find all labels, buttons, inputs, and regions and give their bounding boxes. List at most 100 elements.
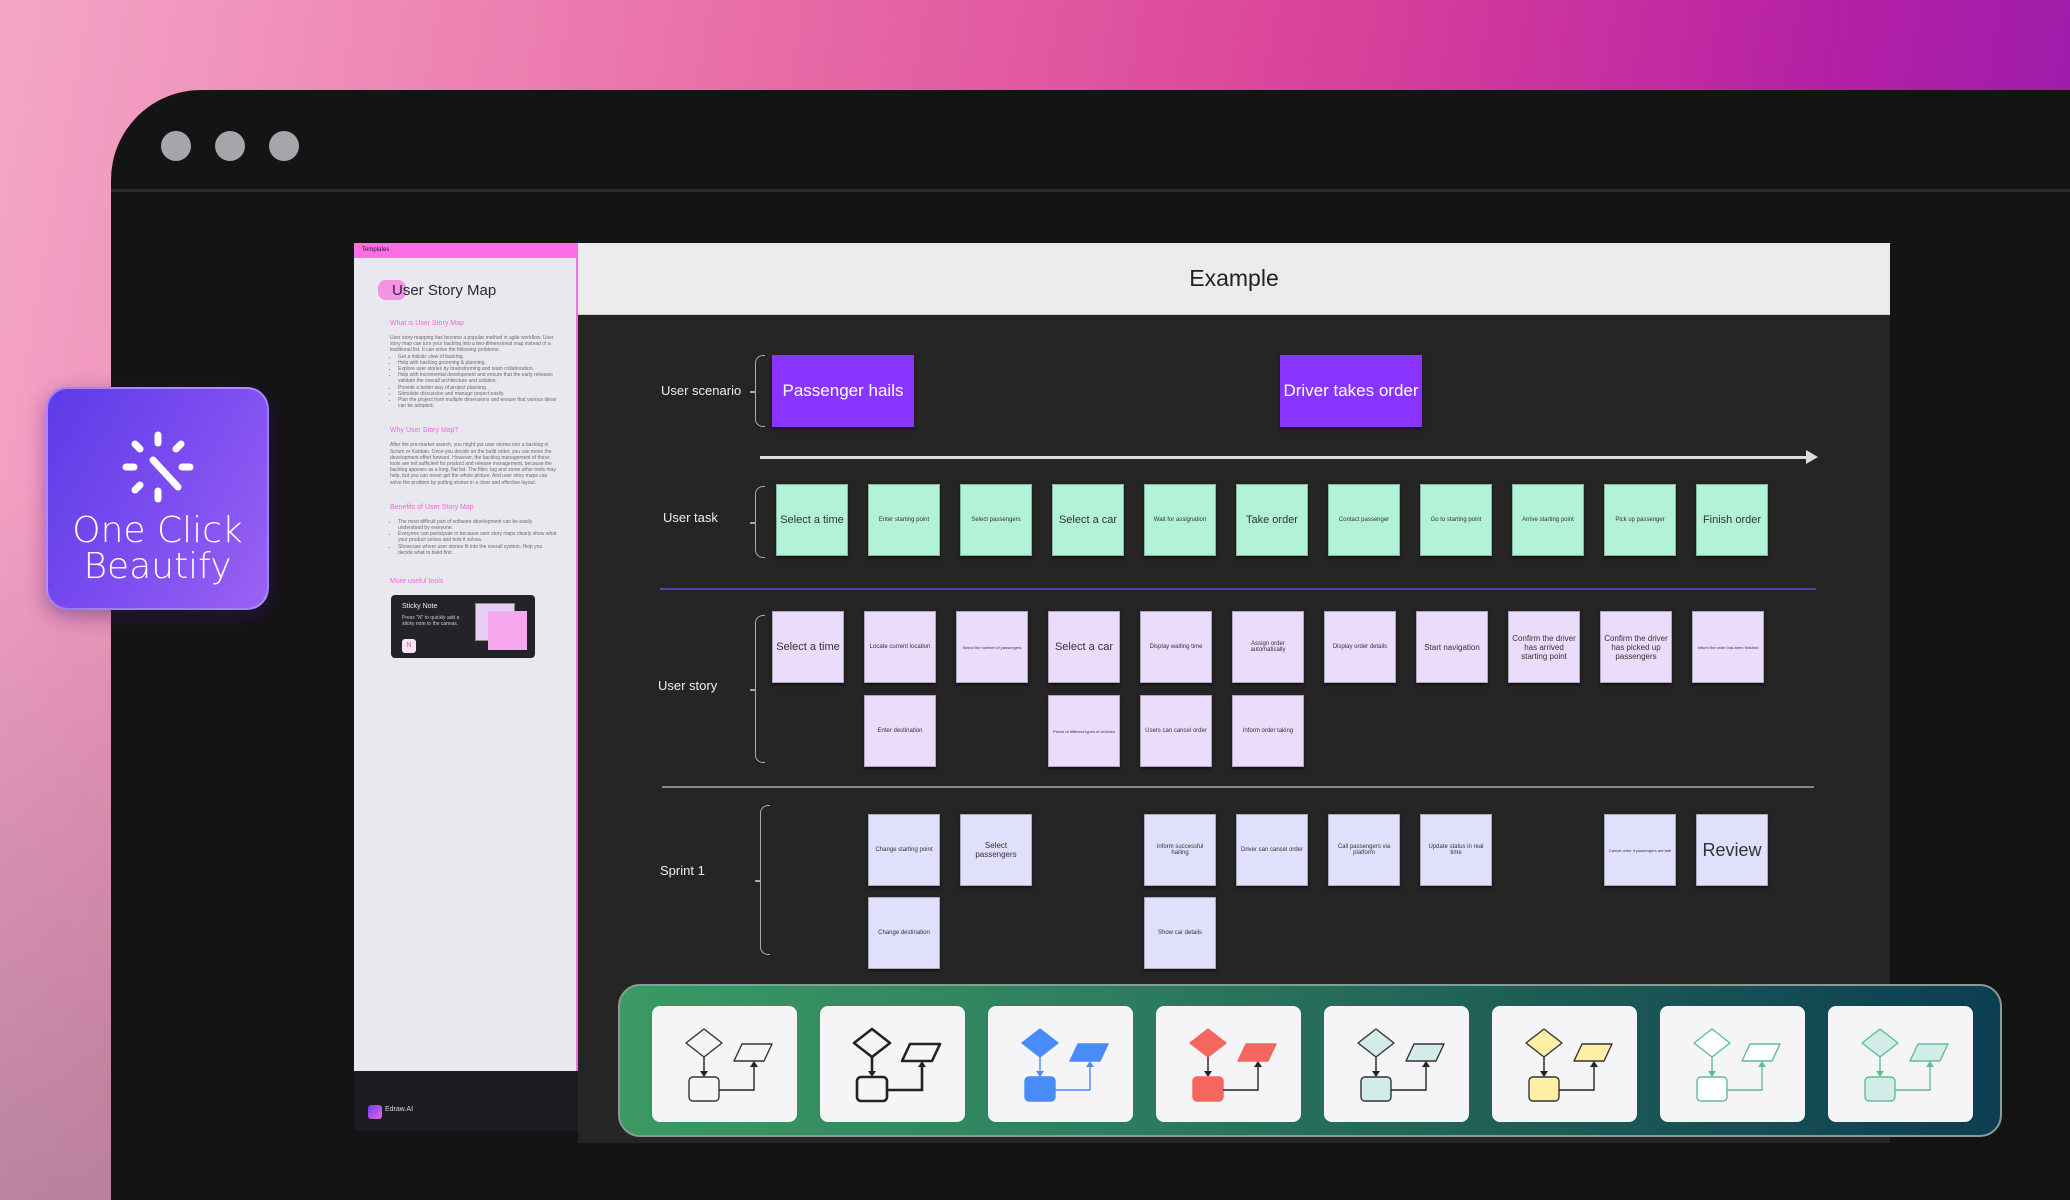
section-text: User story mapping has become a popular … (390, 335, 554, 354)
brace-icon (750, 355, 765, 427)
sticky-card-title: Sticky Note (402, 603, 438, 611)
section-divider (662, 786, 1814, 788)
window-maximize-dot[interactable] (269, 131, 299, 161)
task-note[interactable]: Pick up passenger (1604, 484, 1676, 556)
brace-icon (755, 805, 770, 955)
badge-label-line1: One Click (72, 510, 243, 551)
task-note[interactable]: Select passengers (960, 484, 1032, 556)
brand-name: Edraw.AI (385, 1106, 414, 1113)
theme-outline-bold-option[interactable] (820, 1006, 965, 1122)
sprint-note[interactable]: Update status in real time (1420, 814, 1492, 886)
task-note[interactable]: Select a car (1052, 484, 1124, 556)
sprint-note[interactable]: Driver can cancel order (1236, 814, 1308, 886)
sprint-note[interactable]: Select passengers (960, 814, 1032, 886)
scenario-card[interactable]: Driver takes order (1280, 355, 1422, 427)
flowchart-preview-icon (685, 1028, 773, 1102)
story-note[interactable]: Inform order taking (1232, 695, 1304, 767)
story-note[interactable]: Prices of different types of vehicles (1048, 695, 1120, 767)
theme-blue-option[interactable] (988, 1006, 1133, 1122)
badge-label-line2: Beautify (83, 546, 232, 587)
story-note[interactable]: Start navigation (1416, 611, 1488, 683)
task-note[interactable]: Wait for assignation (1144, 484, 1216, 556)
task-note[interactable]: Go to starting point (1420, 484, 1492, 556)
task-note[interactable]: Arrive starting point (1512, 484, 1584, 556)
flowchart-preview-icon (1357, 1028, 1445, 1102)
canvas-header: Example (578, 243, 1890, 315)
section-bullet: The most difficult part of software deve… (398, 519, 558, 531)
sprint-note[interactable]: Show car details (1144, 897, 1216, 969)
story-note[interactable]: Select a car (1048, 611, 1120, 683)
panel-header: Templates (354, 243, 576, 258)
row-label-sprint: Sprint 1 (660, 863, 705, 878)
scenario-card[interactable]: Passenger hails (772, 355, 914, 427)
row-label-scenario: User scenario (661, 383, 742, 398)
task-note[interactable]: Finish order (1696, 484, 1768, 556)
section-bullet: Everyone can participate in because user… (398, 531, 558, 543)
section-bullet: Plan the project from multiple dimension… (398, 397, 558, 409)
template-panel: Templates User Story Map What is User St… (354, 243, 578, 1131)
task-note[interactable]: Take order (1236, 484, 1308, 556)
task-note[interactable]: Contact passenger (1328, 484, 1400, 556)
sticky-note-preview-icon (488, 611, 527, 651)
flowchart-preview-icon (1861, 1028, 1949, 1102)
sticky-note-tool-card[interactable]: Sticky Note Press "N" to quickly add a s… (391, 595, 535, 659)
badge-label: One Click Beautify (48, 513, 267, 585)
section-heading: Why User Story Map? (390, 427, 459, 435)
story-note[interactable]: Inform the order has been finished (1692, 611, 1764, 683)
story-note[interactable]: Select a time (772, 611, 844, 683)
section-divider (660, 588, 1816, 590)
one-click-beautify-button[interactable]: One Click Beautify (46, 387, 269, 610)
section-bullet: Showcase where user stories fit into the… (398, 544, 558, 556)
window-toolbar-divider (111, 189, 2070, 192)
sprint-note[interactable]: Review (1696, 814, 1768, 886)
sprint-note[interactable]: Call passengers via platform (1328, 814, 1400, 886)
window-minimize-dot[interactable] (215, 131, 245, 161)
theme-green-outline-option[interactable] (1660, 1006, 1805, 1122)
theme-pale-mint-option[interactable] (1828, 1006, 1973, 1122)
flowchart-preview-icon (1021, 1028, 1109, 1102)
canvas-title: Example (1189, 265, 1279, 291)
sprint-note[interactable]: Inform successful hailing (1144, 814, 1216, 886)
sprint-note[interactable]: Change destination (868, 897, 940, 969)
theme-palette (618, 984, 2002, 1137)
story-note[interactable]: Display order details (1324, 611, 1396, 683)
sticky-card-description: Press "N" to quickly add a sticky note t… (402, 615, 460, 628)
story-note[interactable]: Display waiting time (1140, 611, 1212, 683)
task-note[interactable]: Select a time (776, 484, 848, 556)
story-note[interactable]: Enter destination (864, 695, 936, 767)
panel-footer: Edraw.AI (354, 1071, 578, 1131)
section-bullet: Help with incremental development and en… (398, 372, 558, 384)
section-body: After the pre-market search, you might p… (390, 442, 558, 485)
flowchart-preview-icon (852, 1027, 942, 1103)
story-note[interactable]: Users can cancel order (1140, 695, 1212, 767)
task-note[interactable]: Enter starting point (868, 484, 940, 556)
timeline-arrow (760, 450, 1818, 464)
theme-red-option[interactable] (1156, 1006, 1301, 1122)
theme-yellow-option[interactable] (1492, 1006, 1637, 1122)
story-note[interactable]: Confirm the driver has picked up passeng… (1600, 611, 1672, 683)
story-note[interactable]: Select the number of passengers (956, 611, 1028, 683)
story-note[interactable]: Locate current location (864, 611, 936, 683)
section-heading: Benefits of User Story Map (390, 503, 474, 511)
panel-section: Why User Story Map? After the pre-market … (390, 427, 558, 485)
panel-section: Benefits of User Story Map The most diffi… (390, 504, 558, 556)
flowchart-preview-icon (1693, 1028, 1781, 1102)
sprint-note[interactable]: Change starting point (868, 814, 940, 886)
theme-outline-thin-option[interactable] (652, 1006, 797, 1122)
brace-icon (750, 486, 765, 558)
panel-section: What is User Story Map User story mapping… (390, 320, 558, 409)
section-body: The most difficult part of software deve… (390, 519, 558, 556)
row-label-task: User task (663, 510, 718, 525)
shortcut-key-badge: N (402, 639, 416, 654)
panel-title: User Story Map (392, 282, 497, 299)
story-note[interactable]: Confirm the driver has arrived starting … (1508, 611, 1580, 683)
section-text: After the pre-market search, you might p… (390, 442, 556, 486)
window-close-dot[interactable] (161, 131, 191, 161)
tools-heading: More useful tools (390, 578, 444, 586)
story-note[interactable]: Assign order automatically (1232, 611, 1304, 683)
theme-mint-option[interactable] (1324, 1006, 1469, 1122)
flowchart-preview-icon (1525, 1028, 1613, 1102)
section-body: User story mapping has become a popular … (390, 335, 558, 409)
sprint-note[interactable]: Cancel order if passengers are late (1604, 814, 1676, 886)
section-heading: What is User Story Map (390, 320, 464, 327)
